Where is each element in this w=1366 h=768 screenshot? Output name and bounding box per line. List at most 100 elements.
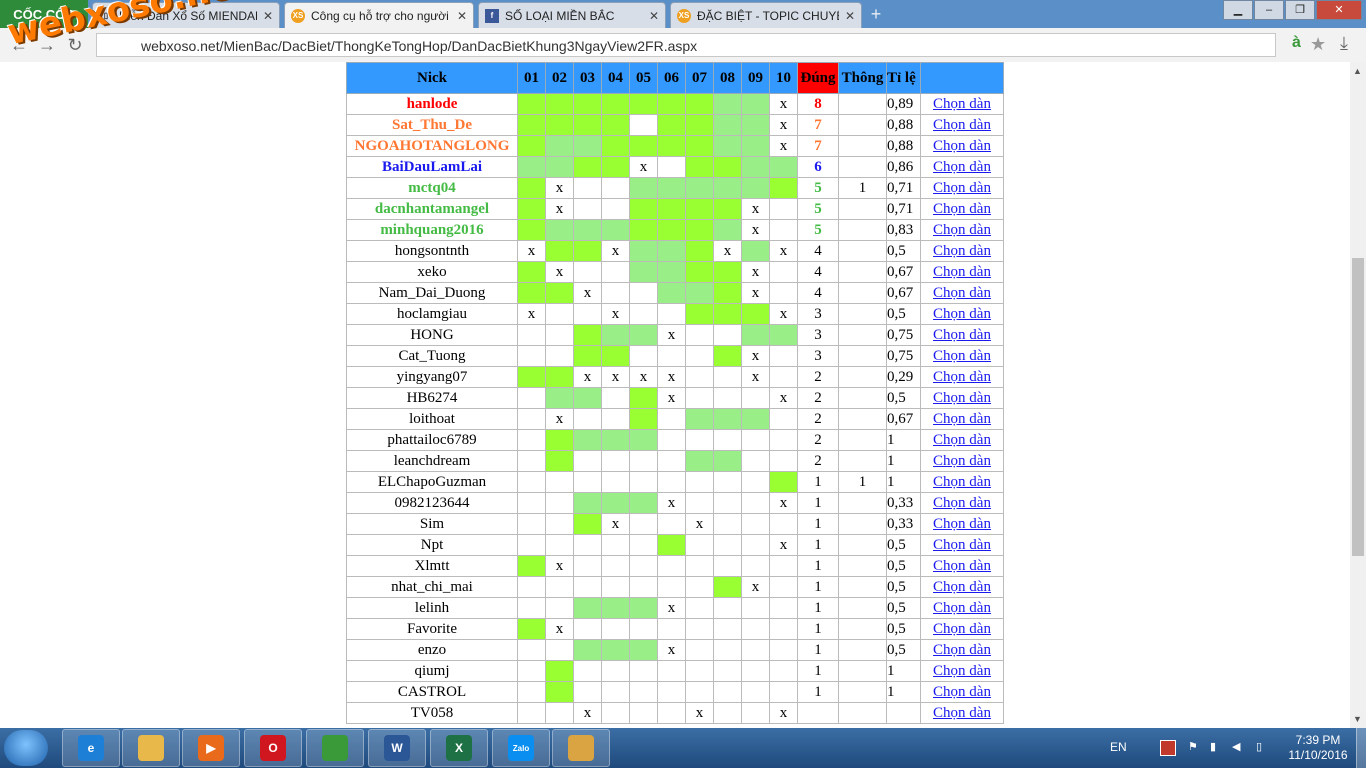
chon-dan-link[interactable]: Chọn dàn (933, 579, 991, 595)
day-cell (573, 345, 602, 367)
day-cell (713, 408, 742, 430)
thong-cell (838, 555, 887, 577)
flag-icon[interactable]: ⚑ (1188, 740, 1202, 754)
chon-dan-link[interactable]: Chọn dàn (933, 348, 991, 364)
chon-dan-link[interactable]: Chọn dàn (933, 138, 991, 154)
day-cell (573, 303, 602, 325)
day-cell: x (601, 366, 630, 388)
user-icon[interactable]: ▁ (1223, 0, 1253, 20)
file-explorer-taskbar-button[interactable] (122, 729, 180, 767)
day-cell (573, 513, 602, 535)
tab-dac-biet[interactable]: XS ĐẶC BIỆT - TOPIC CHUYÊN ✕ (670, 2, 862, 28)
coccoc-browser-taskbar-button[interactable] (306, 729, 364, 767)
scroll-up-arrow-icon[interactable]: ▲ (1353, 66, 1362, 76)
day-cell: x (741, 366, 770, 388)
opera-taskbar-button[interactable]: O (244, 729, 302, 767)
day-cell (657, 135, 686, 157)
chon-dan-link[interactable]: Chọn dàn (933, 600, 991, 616)
chon-dan-link[interactable]: Chọn dàn (933, 705, 991, 721)
header-day: 02 (545, 62, 574, 94)
chon-dan-link[interactable]: Chọn dàn (933, 411, 991, 427)
dung-cell: 1 (797, 576, 839, 598)
chon-dan-link[interactable]: Chọn dàn (933, 117, 991, 133)
chon-dan-link[interactable]: Chọn dàn (933, 96, 991, 112)
close-tab-icon[interactable]: ✕ (845, 9, 855, 23)
chon-dan-link[interactable]: Chọn dàn (933, 474, 991, 490)
day-cell (545, 492, 574, 514)
day-cell (741, 450, 770, 472)
chon-dan-link[interactable]: Chọn dàn (933, 243, 991, 259)
chon-dan-link[interactable]: Chọn dàn (933, 558, 991, 574)
chon-dan-cell: Chọn dàn (920, 513, 1004, 535)
day-cell (629, 660, 658, 682)
chon-dan-link[interactable]: Chọn dàn (933, 642, 991, 658)
chon-dan-link[interactable]: Chọn dàn (933, 222, 991, 238)
new-tab-button[interactable]: + (866, 4, 886, 24)
network-icon[interactable]: ▮ (1210, 740, 1224, 754)
tile-cell: 0,33 (886, 513, 921, 535)
minimize-button[interactable]: – (1254, 0, 1284, 20)
chon-dan-link[interactable]: Chọn dàn (933, 201, 991, 217)
day-cell (517, 576, 546, 598)
nick-cell: BaiDauLamLai (346, 156, 518, 178)
chon-dan-cell: Chọn dàn (920, 303, 1004, 325)
day-cell (517, 534, 546, 556)
url-input[interactable]: webxoso.net/MienBac/DacBiet/ThongKeTongH… (96, 33, 1276, 57)
chon-dan-link[interactable]: Chọn dàn (933, 264, 991, 280)
chon-dan-link[interactable]: Chọn dàn (933, 285, 991, 301)
close-button[interactable]: ✕ (1316, 0, 1362, 20)
close-tab-icon[interactable]: ✕ (263, 9, 273, 23)
media-player-taskbar-button[interactable]: ▶ (182, 729, 240, 767)
clock[interactable]: 7:39 PM 11/10/2016 (1284, 733, 1352, 763)
chon-dan-link[interactable]: Chọn dàn (933, 663, 991, 679)
header-day: 08 (713, 62, 742, 94)
extension-icon[interactable]: à (1292, 34, 1301, 52)
close-tab-icon[interactable]: ✕ (649, 9, 659, 23)
tab-cong-cu[interactable]: XS Công cụ hỗ trợ cho người ✕ (284, 2, 474, 28)
chon-dan-link[interactable]: Chọn dàn (933, 516, 991, 532)
dung-cell: 1 (797, 597, 839, 619)
show-desktop-button[interactable] (1356, 728, 1366, 768)
start-button[interactable] (4, 730, 48, 766)
volume-icon[interactable]: ◀ (1232, 740, 1246, 754)
antivirus-icon[interactable] (1160, 740, 1176, 756)
day-cell: x (769, 135, 798, 157)
scrollbar-thumb[interactable] (1352, 258, 1364, 556)
tab-so-loai[interactable]: f SỐ LOẠI MIỀN BẮC ✕ (478, 2, 666, 28)
tile-cell: 0,71 (886, 177, 921, 199)
tile-cell: 0,88 (886, 135, 921, 157)
bookmark-star-icon[interactable]: ★ (1310, 34, 1326, 55)
day-cell (713, 156, 742, 178)
chon-dan-link[interactable]: Chọn dàn (933, 537, 991, 553)
day-cell: x (545, 555, 574, 577)
day-cell (517, 429, 546, 451)
day-cell (769, 576, 798, 598)
zalo-taskbar-button[interactable]: Zalo (492, 729, 550, 767)
chon-dan-link[interactable]: Chọn dàn (933, 369, 991, 385)
chon-dan-link[interactable]: Chọn dàn (933, 453, 991, 469)
chon-dan-link[interactable]: Chọn dàn (933, 180, 991, 196)
close-tab-icon[interactable]: ✕ (457, 9, 467, 23)
chon-dan-link[interactable]: Chọn dàn (933, 621, 991, 637)
day-cell (545, 240, 574, 262)
tile-cell: 0,67 (886, 408, 921, 430)
battery-icon[interactable]: ▯ (1256, 740, 1270, 754)
word-taskbar-button[interactable]: W (368, 729, 426, 767)
chon-dan-link[interactable]: Chọn dàn (933, 684, 991, 700)
day-cell (601, 555, 630, 577)
day-cell (657, 681, 686, 703)
restore-button[interactable]: ❐ (1285, 0, 1315, 20)
internet-explorer-taskbar-button[interactable]: e (62, 729, 120, 767)
language-indicator[interactable]: EN (1110, 740, 1127, 754)
chon-dan-link[interactable]: Chọn dàn (933, 327, 991, 343)
excel-taskbar-button[interactable]: X (430, 729, 488, 767)
paint-taskbar-button[interactable] (552, 729, 610, 767)
chon-dan-link[interactable]: Chọn dàn (933, 390, 991, 406)
chon-dan-link[interactable]: Chọn dàn (933, 495, 991, 511)
scroll-down-arrow-icon[interactable]: ▼ (1353, 714, 1362, 724)
chon-dan-link[interactable]: Chọn dàn (933, 306, 991, 322)
chon-dan-link[interactable]: Chọn dàn (933, 432, 991, 448)
download-icon[interactable]: ⤓ (1340, 33, 1348, 54)
chon-dan-link[interactable]: Chọn dàn (933, 159, 991, 175)
day-cell (713, 555, 742, 577)
